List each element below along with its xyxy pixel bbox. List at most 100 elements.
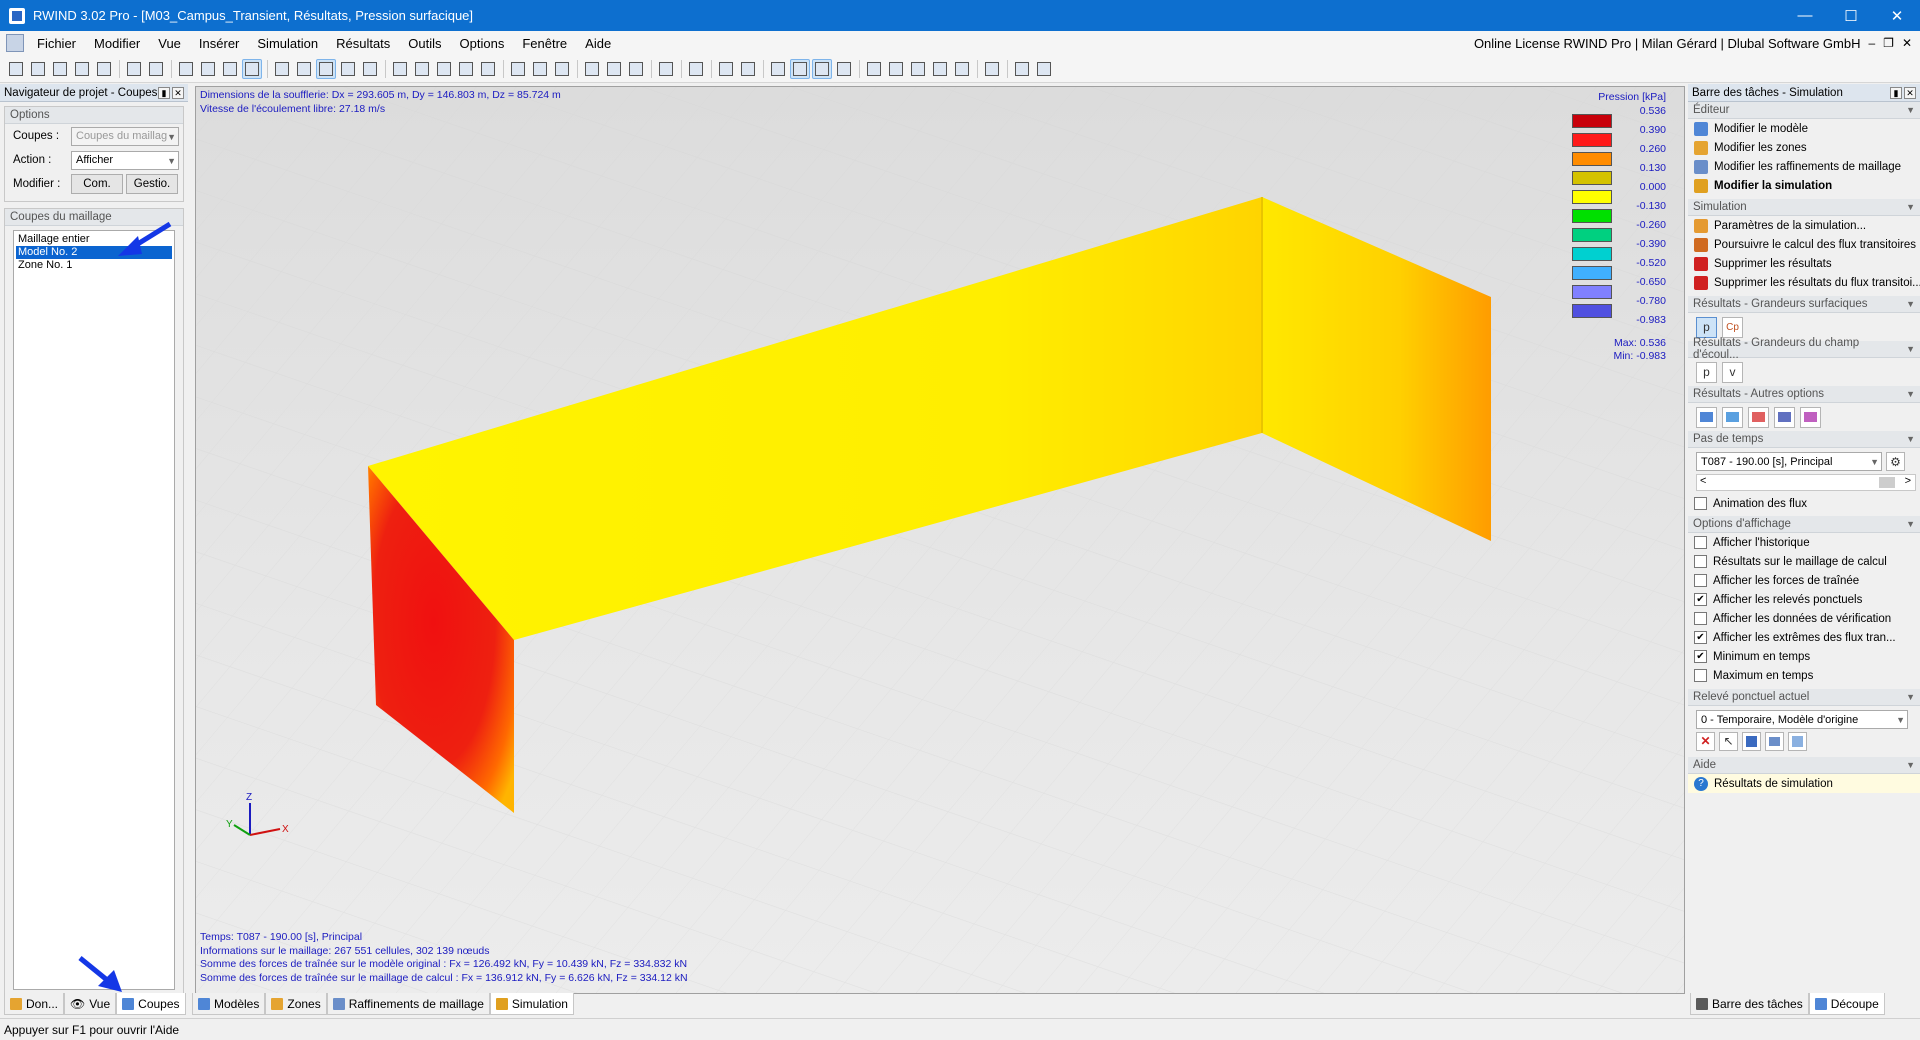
select-icon[interactable] — [176, 59, 196, 79]
mdi-minimize-icon[interactable]: – — [1868, 36, 1875, 50]
menu-aide[interactable]: Aide — [576, 36, 620, 51]
display-option-checkbox[interactable]: ✔ Afficher les extrêmes des flux tran... — [1688, 628, 1920, 647]
tab-zones[interactable]: Zones — [265, 993, 327, 1015]
display-option-checkbox[interactable]: Afficher l'historique — [1688, 533, 1920, 552]
checkbox[interactable] — [1694, 497, 1707, 510]
snap-icon[interactable] — [220, 59, 240, 79]
report-icon[interactable] — [72, 59, 92, 79]
pick-probe-icon[interactable]: ↖ — [1719, 731, 1738, 751]
field-p-button[interactable]: p — [1696, 361, 1717, 383]
com-button[interactable]: Com. — [71, 174, 123, 194]
view-front-icon[interactable] — [434, 59, 454, 79]
menu-vue[interactable]: Vue — [149, 36, 190, 51]
chevron-right-icon[interactable]: > — [1905, 475, 1911, 487]
document-menu-icon[interactable] — [6, 34, 24, 52]
simulation-params-item[interactable]: Paramètres de la simulation... — [1688, 216, 1920, 235]
render-wire-icon[interactable] — [338, 59, 358, 79]
open-file-icon[interactable] — [28, 59, 48, 79]
probe-view-icon[interactable] — [1765, 731, 1784, 751]
edit-model-item[interactable]: Modifier le modèle — [1688, 119, 1920, 138]
flow-arrows-icon[interactable] — [716, 59, 736, 79]
maximize-button[interactable]: ☐ — [1828, 0, 1874, 31]
checkbox[interactable] — [1694, 555, 1707, 568]
view-iso-icon[interactable] — [390, 59, 410, 79]
tab-decoupe[interactable]: Découpe — [1808, 993, 1885, 1015]
box-view-icon[interactable] — [582, 59, 602, 79]
undo-icon[interactable] — [124, 59, 144, 79]
rotate-left-icon[interactable] — [530, 59, 550, 79]
checkbox[interactable]: ✔ — [1694, 631, 1707, 644]
surface-results-header[interactable]: Résultats - Grandeurs surfaciques ▼ — [1688, 296, 1920, 313]
checkbox[interactable] — [1694, 536, 1707, 549]
checkbox[interactable]: ✔ — [1694, 593, 1707, 606]
help-simulation-results[interactable]: ? Résultats de simulation — [1688, 774, 1920, 793]
display-option-checkbox[interactable]: Afficher les données de vérification — [1688, 609, 1920, 628]
tab-taskbar[interactable]: Barre des tâches — [1690, 993, 1809, 1015]
save-icon[interactable] — [50, 59, 70, 79]
grid-icon[interactable] — [198, 59, 218, 79]
panel-close-icon[interactable]: ✕ — [172, 86, 184, 99]
menu-outils[interactable]: Outils — [399, 36, 450, 51]
chart-button[interactable] — [1748, 406, 1769, 428]
minimize-button[interactable]: — — [1782, 0, 1828, 31]
rotate-icon[interactable] — [508, 59, 528, 79]
node-icon[interactable] — [952, 59, 972, 79]
probe-settings-icon[interactable] — [1788, 731, 1807, 751]
coupes-select[interactable]: Coupes du maillag ▼ — [71, 126, 179, 146]
menu-resultats[interactable]: Résultats — [327, 36, 399, 51]
delete-results-item[interactable]: Supprimer les résultats — [1688, 254, 1920, 273]
paint-icon[interactable] — [626, 59, 646, 79]
probe-select[interactable]: 0 - Temporaire, Modèle d'origine ▼ — [1696, 710, 1908, 729]
tab-data[interactable]: Don... — [4, 993, 65, 1015]
close-button[interactable]: ✕ — [1874, 0, 1920, 31]
pin-icon[interactable]: ▮ — [1890, 86, 1902, 99]
delete-transient-results-item[interactable]: Supprimer les résultats du flux transito… — [1688, 273, 1920, 292]
menu-modifier[interactable]: Modifier — [85, 36, 149, 51]
continue-transient-item[interactable]: Poursuivre le calcul des flux transitoir… — [1688, 235, 1920, 254]
mesh-icon[interactable] — [242, 58, 262, 79]
action-select[interactable]: Afficher ▼ — [71, 150, 179, 170]
checkbox[interactable]: ✔ — [1694, 650, 1707, 663]
view-top-icon[interactable] — [412, 59, 432, 79]
tab-simulation[interactable]: Simulation — [489, 993, 574, 1015]
save-probe-icon[interactable] — [1742, 731, 1761, 751]
panel-close-icon[interactable]: ✕ — [1904, 86, 1916, 99]
pressure-p-button[interactable]: p — [1696, 316, 1717, 338]
field-v-button[interactable]: v — [1722, 361, 1743, 383]
display-option-checkbox[interactable]: Afficher les forces de traînée — [1688, 571, 1920, 590]
view-side-icon[interactable] — [456, 59, 476, 79]
member-icon[interactable] — [930, 59, 950, 79]
layers-button[interactable] — [1722, 406, 1743, 428]
edit-simulation-item[interactable]: Modifier la simulation — [1688, 176, 1920, 195]
rotate-right-icon[interactable] — [552, 59, 572, 79]
zone-view-icon[interactable] — [294, 59, 314, 79]
display-option-checkbox[interactable]: Maximum en temps — [1688, 666, 1920, 685]
customize-icon[interactable] — [1034, 59, 1054, 79]
timestep-slider[interactable]: < > — [1696, 474, 1916, 491]
cube-icon[interactable] — [656, 59, 676, 79]
settings-icon[interactable] — [1012, 59, 1032, 79]
tab-coupes[interactable]: Coupes — [116, 993, 186, 1015]
model-view-icon[interactable] — [272, 59, 292, 79]
section-box-icon[interactable] — [834, 59, 854, 79]
tab-vue[interactable]: 👁 Vue — [64, 993, 117, 1015]
probe-header[interactable]: Relevé ponctuel actuel ▼ — [1688, 689, 1920, 706]
layers-icon[interactable] — [738, 59, 758, 79]
section-plane-icon[interactable] — [812, 58, 832, 79]
3d-viewport[interactable]: Dimensions de la soufflerie: Dx = 293.60… — [195, 86, 1685, 994]
menu-fichier[interactable]: Fichier — [28, 36, 85, 51]
edit-zones-item[interactable]: Modifier les zones — [1688, 138, 1920, 157]
help-header[interactable]: Aide ▼ — [1688, 757, 1920, 774]
display-options-header[interactable]: Options d'affichage ▼ — [1688, 516, 1920, 533]
table-button[interactable] — [1774, 406, 1795, 428]
word-button[interactable] — [1800, 406, 1821, 428]
display-option-checkbox[interactable]: ✔ Minimum en temps — [1688, 647, 1920, 666]
menu-fenetre[interactable]: Fenêtre — [513, 36, 576, 51]
menu-options[interactable]: Options — [451, 36, 514, 51]
slider-thumb[interactable] — [1879, 477, 1895, 488]
edit-refinements-item[interactable]: Modifier les raffinements de maillage — [1688, 157, 1920, 176]
pin-icon[interactable]: ▮ — [158, 86, 170, 99]
object-icon[interactable] — [864, 59, 884, 79]
new-file-icon[interactable] — [6, 59, 26, 79]
mdi-restore-icon[interactable]: ❐ — [1883, 36, 1894, 50]
